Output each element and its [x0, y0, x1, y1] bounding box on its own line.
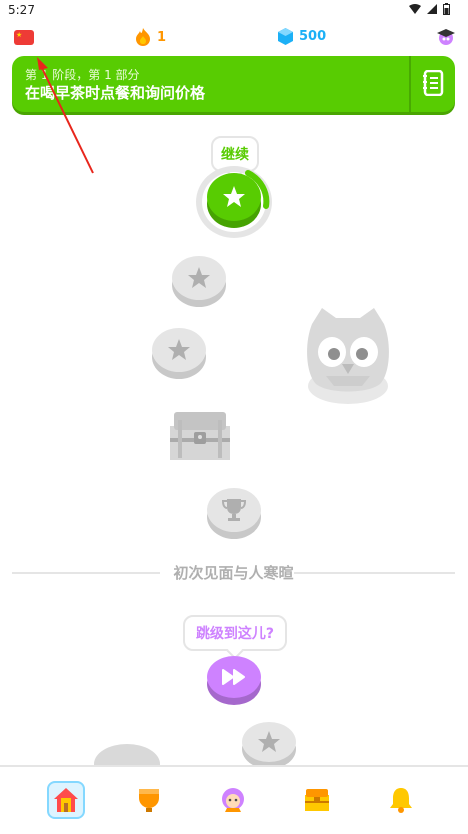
star-icon [168, 339, 190, 360]
guidebook-icon[interactable] [422, 70, 444, 96]
notifications-icon [390, 788, 412, 813]
profile-avatar-icon[interactable] [436, 28, 456, 50]
status-bar: 5:27 [0, 0, 468, 22]
gem-icon [278, 28, 293, 45]
bottom-navigation [0, 765, 468, 834]
star-icon [258, 731, 280, 752]
signal-icon [427, 4, 437, 14]
status-time: 5:27 [8, 3, 35, 17]
gems-counter[interactable]: 500 [278, 28, 326, 45]
fire-icon [136, 28, 150, 46]
nav-characters[interactable] [214, 781, 252, 819]
leagues-icon [139, 789, 159, 812]
trophy-icon [221, 499, 247, 521]
star-icon [188, 267, 210, 288]
continue-label: 继续 [221, 147, 249, 163]
chest-icon [305, 789, 329, 811]
owl-mascot-icon [307, 308, 389, 404]
gems-count: 500 [299, 29, 327, 44]
streak-counter[interactable]: 1 [135, 28, 166, 46]
nav-leagues[interactable] [130, 781, 168, 819]
locked-lesson-node[interactable] [172, 256, 226, 300]
home-icon [54, 788, 78, 812]
battery-icon [443, 3, 450, 15]
unit-subtitle: 第 1 阶段，第 1 部分 [25, 68, 140, 82]
unit-header-card[interactable]: 第 1 阶段，第 1 部分 在喝早茶时点餐和询问价格 [12, 56, 455, 112]
locked-lesson-node[interactable] [242, 722, 296, 762]
section-divider: 初次见面与人寒暄 [12, 562, 455, 582]
system-icons [409, 3, 450, 15]
section-title: 初次见面与人寒暄 [173, 564, 294, 582]
current-lesson-node[interactable] [207, 173, 261, 221]
streak-count: 1 [157, 29, 167, 45]
jump-here-label: 跳级到这儿? [195, 626, 275, 642]
star-icon [223, 186, 245, 207]
nav-home[interactable] [47, 781, 85, 819]
locked-lesson-node[interactable] [152, 328, 206, 372]
unit-card-divider [409, 56, 411, 112]
top-bar: ★ 1 500 [0, 22, 468, 54]
unit-review-node[interactable] [207, 488, 261, 532]
characters-icon [222, 788, 244, 812]
jump-here-tooltip[interactable]: 跳级到这儿? [183, 615, 287, 651]
fast-forward-icon [222, 669, 245, 685]
china-flag-icon[interactable]: ★ [14, 30, 34, 45]
annotation-arrow [37, 57, 94, 174]
wifi-icon [409, 4, 421, 14]
jump-ahead-button[interactable] [207, 656, 261, 698]
treasure-chest-icon[interactable] [168, 408, 232, 462]
nav-notifications[interactable] [382, 781, 420, 819]
unit-title: 在喝早茶时点餐和询问价格 [25, 84, 206, 102]
nav-shop[interactable] [298, 781, 336, 819]
